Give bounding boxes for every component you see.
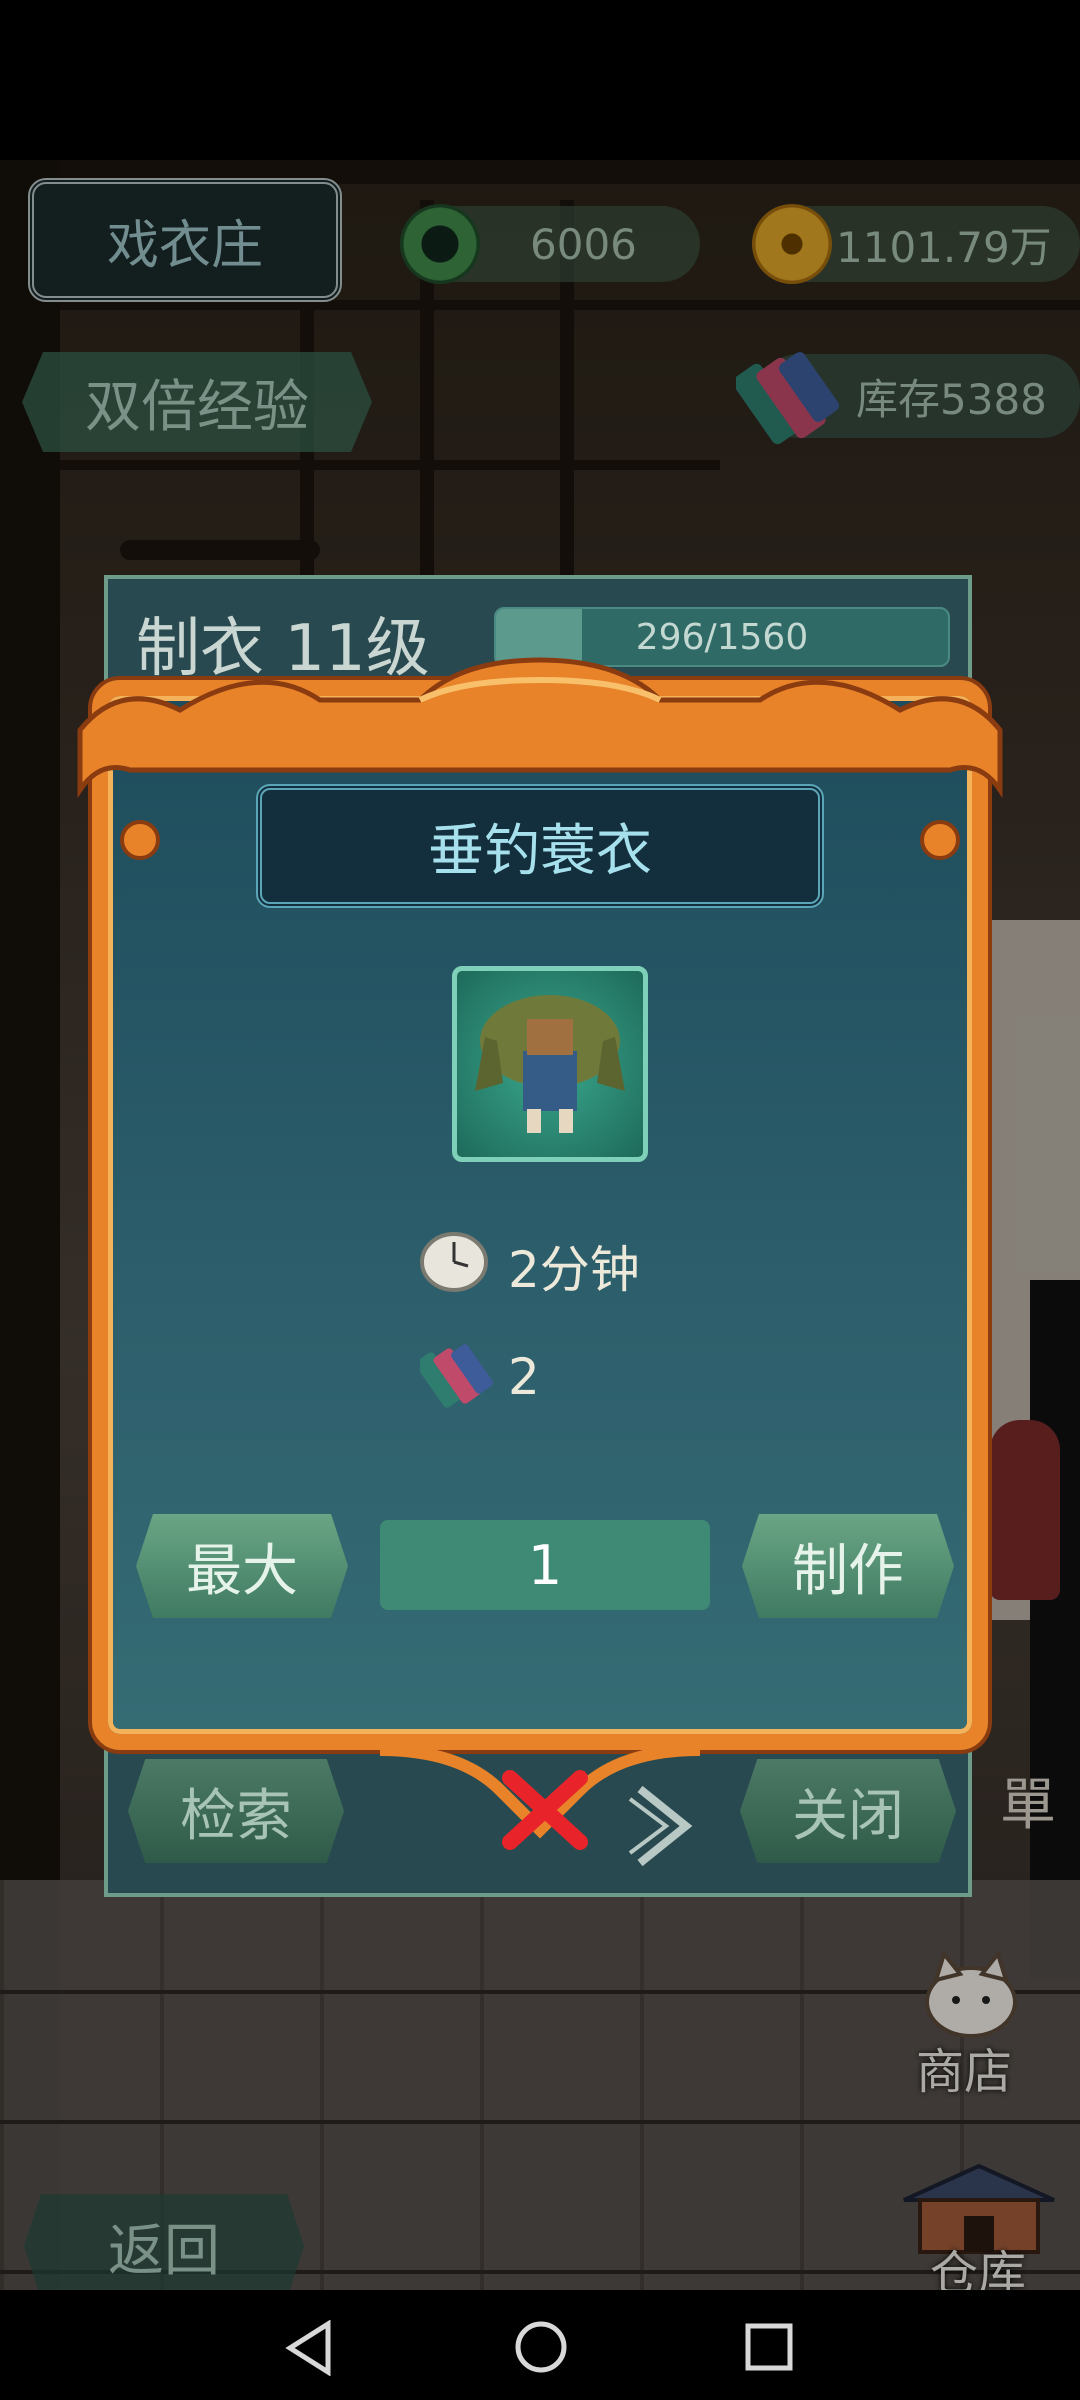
frame-top-ornament — [77, 657, 1003, 860]
system-nav-bar — [0, 2290, 1080, 2400]
cloth-bolt-icon — [420, 1344, 493, 1408]
craft-button[interactable]: 制作 — [742, 1514, 954, 1618]
stopwatch-icon — [420, 1232, 488, 1292]
close-panel-button[interactable]: 关闭 — [740, 1759, 956, 1863]
straw-raincoat-icon — [475, 995, 625, 1133]
quantity-input[interactable]: 1 — [380, 1520, 710, 1610]
material-cost: 2 — [508, 1348, 540, 1406]
max-button[interactable]: 最大 — [136, 1514, 348, 1618]
item-thumbnail — [452, 966, 648, 1162]
recents-square-icon[interactable] — [744, 2322, 794, 2372]
back-triangle-icon[interactable] — [284, 2320, 334, 2376]
craft-time: 2分钟 — [508, 1241, 640, 1299]
close-panel-label: 关闭 — [792, 1783, 904, 1849]
craft-label: 制作 — [792, 1538, 904, 1604]
home-circle-icon[interactable] — [514, 2320, 568, 2374]
max-label: 最大 — [186, 1538, 298, 1604]
quantity-value: 1 — [527, 1533, 563, 1597]
search-label: 检索 — [180, 1783, 292, 1849]
close-x-icon[interactable] — [500, 1770, 590, 1850]
search-button[interactable]: 检索 — [128, 1759, 344, 1863]
